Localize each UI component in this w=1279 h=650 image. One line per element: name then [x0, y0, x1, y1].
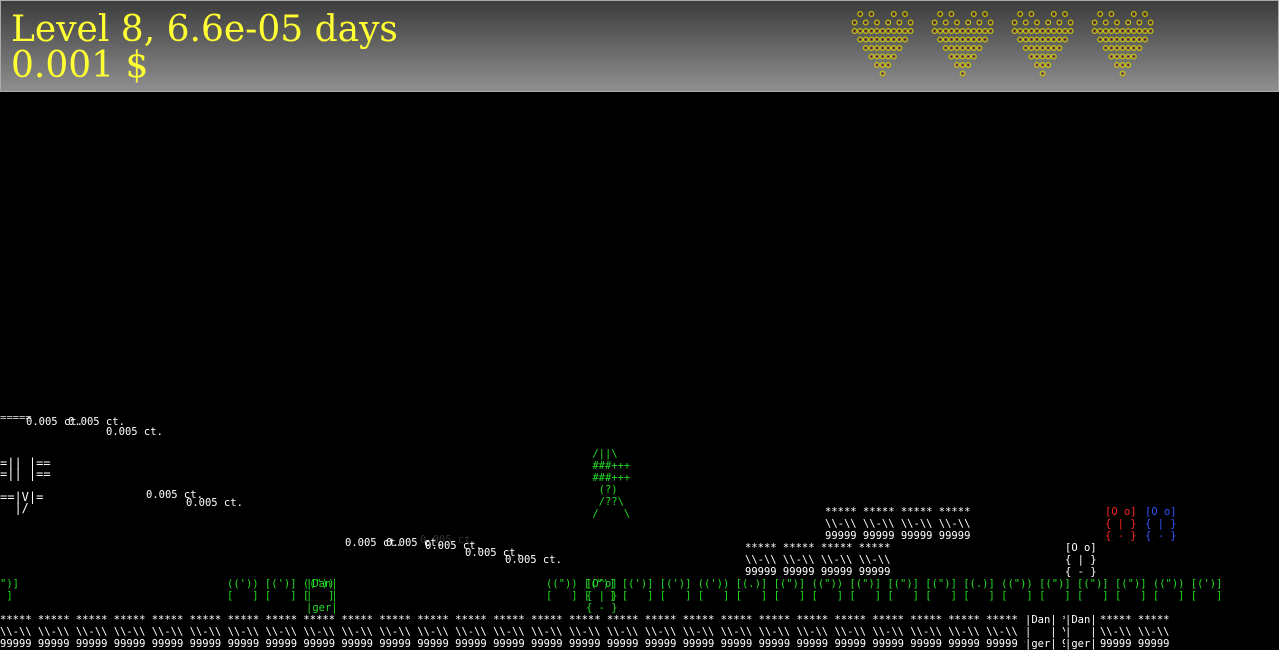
bush-row: ((")) [(")] [(')] [(')] ((')) [(.)] [(")… — [546, 578, 1223, 602]
coin[interactable]: 0.005 ct. — [186, 497, 243, 509]
heart-icon — [1009, 9, 1081, 81]
heart-icon — [929, 9, 1001, 81]
danger-sign: |Dan| | | |ger| — [1025, 614, 1057, 650]
enemy-white[interactable]: [O o] { | } { - } — [1065, 542, 1097, 578]
player-character[interactable]: /||\ ###+++ ###+++ (?) /??\ / \ — [586, 448, 630, 520]
ground: ***** ***** ***** ***** ***** ***** ****… — [0, 614, 1170, 650]
coin[interactable]: 0.005 ct. — [106, 426, 163, 438]
game-field: ===== =|| |== =|| |== ==|V|= |/ 0.005 ct… — [0, 92, 1279, 650]
bush: ")] ] — [0, 578, 19, 602]
platform: ***** ***** ***** ***** \\-\\ \\-\\ \\-\… — [745, 542, 891, 578]
coin-trail: 0.005 ct. — [420, 534, 477, 546]
level-and-time: Level 8, 6.6e-05 days — [11, 9, 398, 50]
enemy-red[interactable]: [O o] { | } { - } — [1105, 506, 1137, 542]
edge-debris-2: =|| |== =|| |== — [0, 456, 51, 481]
heart-icon — [849, 9, 921, 81]
heart-icon — [1089, 9, 1161, 81]
coin[interactable]: 0.005 ct. — [505, 554, 562, 566]
hud-bar: Level 8, 6.6e-05 days 0.001 $ — [0, 0, 1279, 92]
platform: ***** ***** ***** ***** \\-\\ \\-\\ \\-\… — [825, 506, 971, 542]
edge-debris-3: ==|V|= |/ — [0, 490, 44, 515]
enemy-blue[interactable]: [O o] { | } { - } — [1145, 506, 1177, 542]
danger-sign: |Dan| | | |ger| — [1065, 614, 1097, 650]
danger-sign: |Dan| | | |ger| — [306, 578, 338, 614]
money-counter: 0.001 $ — [11, 45, 149, 86]
